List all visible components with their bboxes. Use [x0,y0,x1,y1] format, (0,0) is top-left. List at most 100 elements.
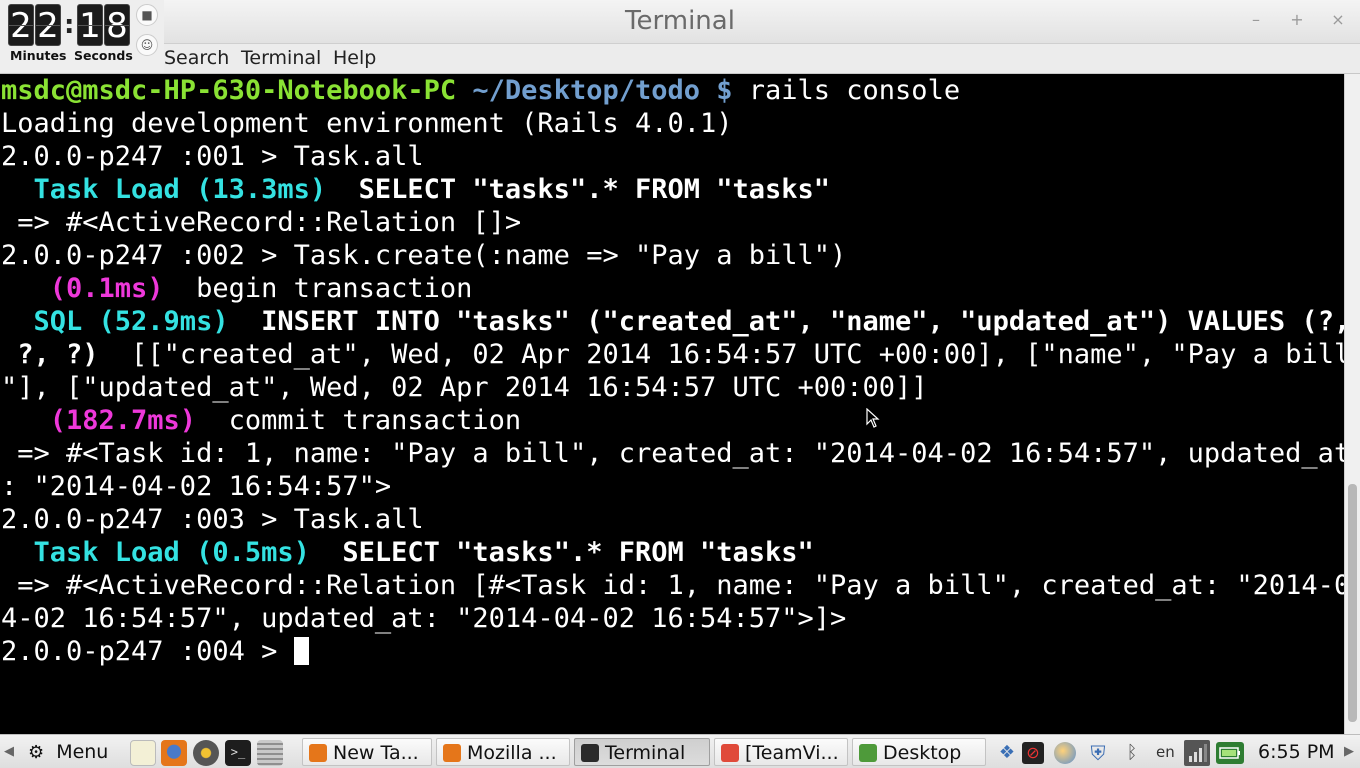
minimize-button[interactable]: – [1248,12,1264,28]
title-bar[interactable]: Terminal – + × [0,0,1360,44]
teamviewer-icon [721,744,739,762]
network-signal-icon[interactable] [1184,740,1210,766]
taskbar-task-button[interactable]: [TeamVi... [714,738,848,766]
taskbar-clock[interactable]: 6:55 PM [1258,738,1334,766]
taskbar-task-button[interactable]: Mozilla ... [436,738,570,766]
text-editor-launcher-icon[interactable] [130,740,156,766]
terminal-icon [581,744,599,762]
taskbar-task-label: New Ta... [333,742,419,764]
terminal-line: 2.0.0-p247 :001 > Task.all [1,140,1344,173]
seconds-digit-1: 1 [77,4,103,46]
dropbox-icon[interactable]: ❖ [996,742,1018,764]
menu-terminal[interactable]: Terminal [241,47,321,69]
window-title: Terminal [625,6,735,36]
terminal-text: commit transaction [196,405,522,436]
terminal-text: SQL (52.9ms) [1,306,229,337]
terminal-line: 2.0.0-p247 :003 > Task.all [1,503,1344,536]
terminal-text: Task Load (0.5ms) [1,537,310,568]
terminal-line: Task Load (0.5ms) SELECT "tasks".* FROM … [1,536,1344,569]
stop-icon[interactable]: ■ [136,4,158,26]
terminal-line: msdc@msdc-HP-630-Notebook-PC ~/Desktop/t… [1,74,1344,107]
terminal-text: SELECT "tasks".* FROM "tasks" [309,537,814,568]
terminal-line: Task Load (13.3ms) SELECT "tasks".* FROM… [1,173,1344,206]
settings-launcher-icon[interactable] [257,740,283,766]
terminal-line: (182.7ms) commit transaction [1,404,1344,437]
terminal-text: 2.0.0-p247 :003 > Task.all [1,504,424,535]
taskbar-task-label: Mozilla ... [467,742,557,764]
minutes-digit-1: 2 [8,4,34,46]
taskbar: ◀ ⚙ Menu >_ New Ta... Mozilla ... Terminal… [0,734,1360,768]
blocked-icon[interactable]: ⊘ [1022,742,1044,764]
terminal-text: 4-02 16:54:57", updated_at: "2014-04-02 … [1,603,847,634]
terminal-text: msdc@msdc-HP-630-Notebook-PC [1,75,457,106]
terminal-text: Task Load (13.3ms) [1,174,327,205]
minutes-label: Minutes [10,48,67,63]
terminal-text: : "2014-04-02 16:54:57"> [1,471,392,502]
terminal-text: 2.0.0-p247 :004 > [1,636,294,667]
terminal-text: rails console [732,75,961,106]
media-player-launcher-icon[interactable] [193,740,219,766]
terminal-line: : "2014-04-02 16:54:57"> [1,470,1344,503]
taskbar-right-arrow-icon[interactable]: ▶ [1344,738,1356,766]
terminal-text: => #<Task id: 1, name: "Pay a bill", cre… [1,438,1344,469]
scrollbar-thumb[interactable] [1348,484,1357,722]
mouse-pointer-icon [866,408,880,428]
terminal-output[interactable]: msdc@msdc-HP-630-Notebook-PC ~/Desktop/t… [0,74,1344,734]
terminal-line: SQL (52.9ms) INSERT INTO "tasks" ("creat… [1,305,1345,338]
menu-search[interactable]: Search [164,47,229,69]
menu-bar: Search Terminal Help [0,44,1360,74]
terminal-line: => #<ActiveRecord::Relation [#<Task id: … [1,569,1344,602]
taskbar-task-button[interactable]: New Ta... [302,738,432,766]
terminal-cursor [293,637,309,665]
terminal-text: INSERT INTO "tasks" ("created_at", "name… [228,306,1344,337]
firefox-launcher-icon[interactable] [161,740,187,766]
firefox-icon [309,744,327,762]
taskbar-task-button[interactable]: Desktop [852,738,986,766]
folder-icon [859,744,877,762]
shield-icon[interactable]: ⛨ [1087,742,1109,764]
start-menu-button[interactable]: ⚙ Menu [28,738,124,766]
minutes-digit-2: 2 [35,4,61,46]
taskbar-task-label: [TeamVi... [745,742,839,764]
taskbar-left-arrow-icon[interactable]: ◀ [4,738,16,766]
keyboard-language[interactable]: en [1156,738,1180,766]
terminal-line: => #<Task id: 1, name: "Pay a bill", cre… [1,437,1344,470]
terminal-scrollbar[interactable] [1344,74,1360,734]
terminal-line: (0.1ms) begin transaction [1,272,1344,305]
taskbar-task-button[interactable]: Terminal [574,738,710,766]
seconds-label: Seconds [74,48,133,63]
battery-icon[interactable] [1216,742,1244,764]
seconds-digit-2: 8 [104,4,130,46]
terminal-line: => #<ActiveRecord::Relation []> [1,206,1344,239]
close-button[interactable]: × [1330,12,1346,28]
bluetooth-icon[interactable]: ᛒ [1121,742,1143,764]
terminal-line: 4-02 16:54:57", updated_at: "2014-04-02 … [1,602,1344,635]
terminal-line: 2.0.0-p247 :004 > [1,635,1344,668]
terminal-text: => #<ActiveRecord::Relation [#<Task id: … [1,570,1344,601]
terminal-text: 2.0.0-p247 :001 > Task.all [1,141,424,172]
taskbar-task-label: Terminal [605,742,686,764]
terminal-line: Loading development environment (Rails 4… [1,107,1344,140]
maximize-button[interactable]: + [1289,12,1305,28]
smiley-icon[interactable]: ☺ [136,34,158,56]
terminal-text: => #<ActiveRecord::Relation []> [1,207,522,238]
terminal-text: ~/Desktop/todo $ [456,75,733,106]
menu-help[interactable]: Help [333,47,376,69]
countdown-timer: 2 2 : 1 8 Minutes Seconds ■ ☺ [0,0,164,72]
timer-separator: : [64,10,75,40]
terminal-line: "], ["updated_at", Wed, 02 Apr 2014 16:5… [1,371,1344,404]
taskbar-task-label: Desktop [883,742,962,764]
terminal-launcher-icon[interactable]: >_ [225,740,251,766]
terminal-text: begin transaction [163,273,473,304]
terminal-line: 2.0.0-p247 :002 > Task.create(:name => "… [1,239,1344,272]
terminal-text: (182.7ms) [1,405,197,436]
terminal-text: Loading development environment (Rails 4… [1,108,733,139]
terminal-line: ?, ?) [["created_at", Wed, 02 Apr 2014 1… [1,338,1344,371]
terminal-text: SELECT "tasks".* FROM "tasks" [326,174,831,205]
terminal-lines: msdc@msdc-HP-630-Notebook-PC ~/Desktop/t… [1,74,1344,668]
terminal-text: "], ["updated_at", Wed, 02 Apr 2014 16:5… [1,372,928,403]
terminal-text: ?, ?) [1,339,99,370]
weather-icon[interactable] [1054,742,1076,764]
firefox-icon [443,744,461,762]
start-menu-label: Menu [56,741,109,763]
